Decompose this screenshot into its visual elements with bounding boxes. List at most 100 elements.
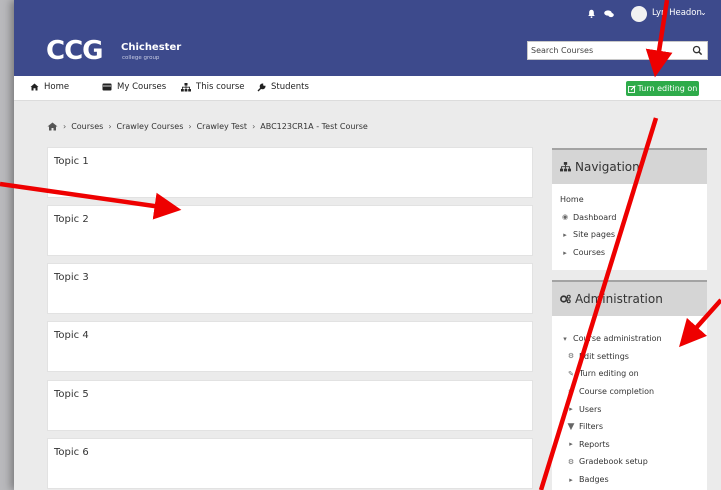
breadcrumb-item-test-course[interactable]: ABC123CR1A - Test Course xyxy=(260,122,368,131)
administration-list: ▾ Course administration ⚙ Edit settings ✎ T… xyxy=(560,330,662,489)
wrench-icon xyxy=(257,82,266,91)
nav-tree-item-home[interactable]: Home xyxy=(560,191,616,209)
nav-item-home[interactable]: Home xyxy=(30,82,69,92)
breadcrumb-separator: › xyxy=(252,122,256,131)
topic-title[interactable]: Topic 2 xyxy=(54,214,89,225)
nav-tree-item-courses[interactable]: ▸ Courses xyxy=(560,244,616,262)
nav-label: Home xyxy=(44,82,70,92)
filter-icon: ▼ xyxy=(567,421,575,432)
user-name[interactable]: Lyn Headon xyxy=(652,8,702,18)
nav-tree-item-site-pages[interactable]: ▸ Site pages xyxy=(560,226,616,244)
topic-title[interactable]: Topic 5 xyxy=(54,389,89,400)
admin-item-filters[interactable]: ▼ Filters xyxy=(560,418,662,436)
sitemap-icon xyxy=(181,82,191,91)
navigation-block: Navigation Home ◉ Dashboard ▸ Site pages ▸… xyxy=(552,148,707,270)
admin-item-label: Reports xyxy=(579,439,610,449)
gear-icon: ⚙ xyxy=(567,352,575,361)
topic-title[interactable]: Topic 3 xyxy=(54,272,89,283)
nav-label: Students xyxy=(271,82,309,92)
chevron-right-icon[interactable]: ▸ xyxy=(560,231,570,239)
nav-item-students[interactable]: Students xyxy=(257,82,309,92)
courses-icon xyxy=(102,83,112,91)
nav-tree-label: Home xyxy=(560,195,584,205)
breadcrumb-separator: › xyxy=(108,122,112,131)
administration-block-title: Administration xyxy=(575,292,663,306)
navigation-list: Home ◉ Dashboard ▸ Site pages ▸ Courses xyxy=(560,191,616,261)
chevron-right-icon[interactable]: ▸ xyxy=(566,405,576,413)
logo-name: Chichester xyxy=(121,42,182,53)
topic-section-3: Topic 3 xyxy=(47,263,533,314)
admin-item-course-administration[interactable]: ▾ Course administration xyxy=(560,330,662,348)
admin-item-label: Course completion xyxy=(579,387,655,397)
topic-title[interactable]: Topic 6 xyxy=(54,447,89,458)
edit-button-label: Turn editing on xyxy=(637,84,698,93)
chevron-right-icon[interactable]: ▸ xyxy=(566,476,576,484)
admin-item-users[interactable]: ▸ Users xyxy=(560,400,662,418)
admin-item-label: Course administration xyxy=(573,334,662,344)
dashboard-icon: ◉ xyxy=(561,213,569,222)
notification-bell-icon[interactable] xyxy=(587,9,596,18)
nav-item-this-course[interactable]: This course xyxy=(181,82,245,92)
nav-tree-label: Dashboard xyxy=(573,212,617,222)
nav-item-my-courses[interactable]: My Courses xyxy=(102,82,166,92)
breadcrumb: › Courses › Crawley Courses › Crawley Te… xyxy=(47,122,368,131)
messages-icon[interactable] xyxy=(604,10,614,18)
nav-tree-label: Site pages xyxy=(573,230,616,240)
nav-label: My Courses xyxy=(117,82,167,92)
search-input[interactable] xyxy=(531,44,681,57)
home-icon xyxy=(30,83,39,91)
admin-item-turn-editing-on[interactable]: ✎ Turn editing on xyxy=(560,365,662,383)
topic-section-6: Topic 6 xyxy=(47,438,533,489)
navigation-block-header: Navigation xyxy=(552,148,707,184)
chevron-right-icon[interactable]: ▸ xyxy=(566,440,576,448)
admin-item-label: Users xyxy=(579,404,602,414)
chevron-down-icon[interactable]: ⌄ xyxy=(700,8,707,17)
admin-item-label: Turn editing on xyxy=(579,369,639,379)
topic-section-1: Topic 1 xyxy=(47,147,533,198)
logo-subtitle: college group xyxy=(122,55,160,61)
breadcrumb-item-crawley-test[interactable]: Crawley Test xyxy=(197,122,248,131)
user-avatar[interactable] xyxy=(631,6,647,22)
gear-icon: ⚙ xyxy=(567,457,575,466)
breadcrumb-item-courses[interactable]: Courses xyxy=(71,122,103,131)
admin-item-label: Edit settings xyxy=(579,351,629,361)
search-icon[interactable] xyxy=(692,45,703,56)
nav-label: This course xyxy=(196,82,245,92)
navigation-block-title: Navigation xyxy=(575,160,640,174)
pencil-icon: ✎ xyxy=(568,369,574,378)
home-icon[interactable] xyxy=(47,122,58,131)
topic-title[interactable]: Topic 1 xyxy=(54,156,89,167)
site-header: CCG Chichester college group xyxy=(14,28,721,76)
breadcrumb-separator: › xyxy=(63,122,67,131)
gear-icon: ⚙ xyxy=(567,387,575,396)
admin-item-course-completion[interactable]: ⚙ Course completion xyxy=(560,383,662,401)
topic-section-2: Topic 2 xyxy=(47,205,533,256)
user-bar: Lyn Headon ⌄ xyxy=(14,0,721,28)
chevron-down-icon[interactable]: ▾ xyxy=(560,335,570,343)
sitemap-icon xyxy=(560,162,571,172)
chevron-right-icon[interactable]: ▸ xyxy=(560,249,570,257)
admin-item-reports[interactable]: ▸ Reports xyxy=(560,436,662,454)
breadcrumb-item-crawley-courses[interactable]: Crawley Courses xyxy=(117,122,184,131)
admin-item-gradebook-setup[interactable]: ⚙ Gradebook setup xyxy=(560,453,662,471)
topic-title[interactable]: Topic 4 xyxy=(54,330,89,341)
topic-section-5: Topic 5 xyxy=(47,380,533,431)
logo-text[interactable]: CCG xyxy=(46,36,104,66)
administration-block: Administration ▾ Course administration ⚙ E… xyxy=(552,280,707,490)
browser-page: Lyn Headon ⌄ CCG Chichester college grou… xyxy=(14,0,721,490)
turn-editing-on-button[interactable]: Turn editing on xyxy=(626,81,699,96)
admin-item-edit-settings[interactable]: ⚙ Edit settings xyxy=(560,348,662,366)
admin-item-label: Filters xyxy=(579,422,603,432)
admin-item-label: Badges xyxy=(579,475,609,485)
admin-item-label: Gradebook setup xyxy=(579,457,648,467)
breadcrumb-separator: › xyxy=(188,122,192,131)
administration-block-header: Administration xyxy=(552,280,707,316)
topic-section-4: Topic 4 xyxy=(47,321,533,372)
nav-tree-item-dashboard[interactable]: ◉ Dashboard xyxy=(560,209,616,227)
edit-icon xyxy=(627,84,636,93)
gears-icon xyxy=(560,294,571,304)
admin-item-badges[interactable]: ▸ Badges xyxy=(560,471,662,489)
nav-tree-label: Courses xyxy=(573,248,606,258)
course-nav-bar: Home My Courses This course Students Tur… xyxy=(14,76,721,101)
search-box[interactable] xyxy=(527,41,708,60)
